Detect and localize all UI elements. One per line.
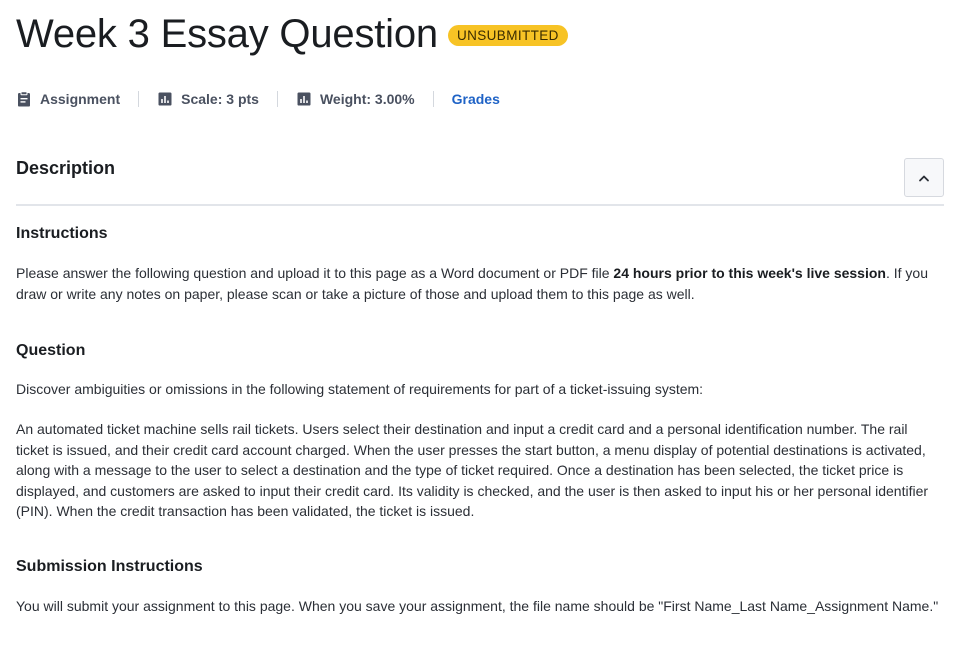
meta-scale-label: Scale: 3 pts [181, 91, 259, 107]
instructions-heading: Instructions [16, 225, 108, 242]
collapse-description-button[interactable] [904, 158, 944, 197]
meta-divider [138, 91, 140, 107]
bar-chart-icon [158, 92, 172, 106]
title-row: Week 3 Essay Question UNSUBMITTED [16, 11, 568, 57]
bar-chart-icon [297, 92, 311, 106]
instructions-deadline: 24 hours prior to this week's live sessi… [613, 265, 886, 281]
status-badge: UNSUBMITTED [447, 24, 568, 46]
question-body: An automated ticket machine sells rail t… [16, 421, 929, 519]
meta-scale: Scale: 3 pts [157, 91, 259, 107]
description-header: Description [16, 150, 944, 206]
meta-weight-label: Weight: 3.00% [319, 91, 415, 107]
description-heading: Description [16, 158, 116, 178]
meta-divider [276, 91, 278, 107]
meta-weight: Weight: 3.00% [296, 91, 415, 107]
clipboard-icon [18, 91, 30, 107]
grades-link[interactable]: Grades [452, 91, 500, 107]
instructions-text: Please answer the following question and… [16, 263, 944, 304]
assignment-meta: Assignment Scale: 3 pts Weight: 3.00% Gr… [16, 88, 500, 110]
submission-text: You will submit your assignment to this … [16, 598, 939, 614]
submission-heading: Submission Instructions [16, 558, 203, 575]
question-intro: Discover ambiguities or omissions in the… [16, 381, 704, 397]
meta-type-label: Assignment [40, 91, 121, 107]
chevron-up-icon [919, 175, 929, 181]
page-title: Week 3 Essay Question [16, 11, 438, 56]
meta-type: Assignment [16, 91, 120, 107]
instructions-text-part: Please answer the following question and… [16, 265, 614, 281]
meta-divider [432, 91, 434, 107]
question-heading: Question [16, 342, 86, 359]
